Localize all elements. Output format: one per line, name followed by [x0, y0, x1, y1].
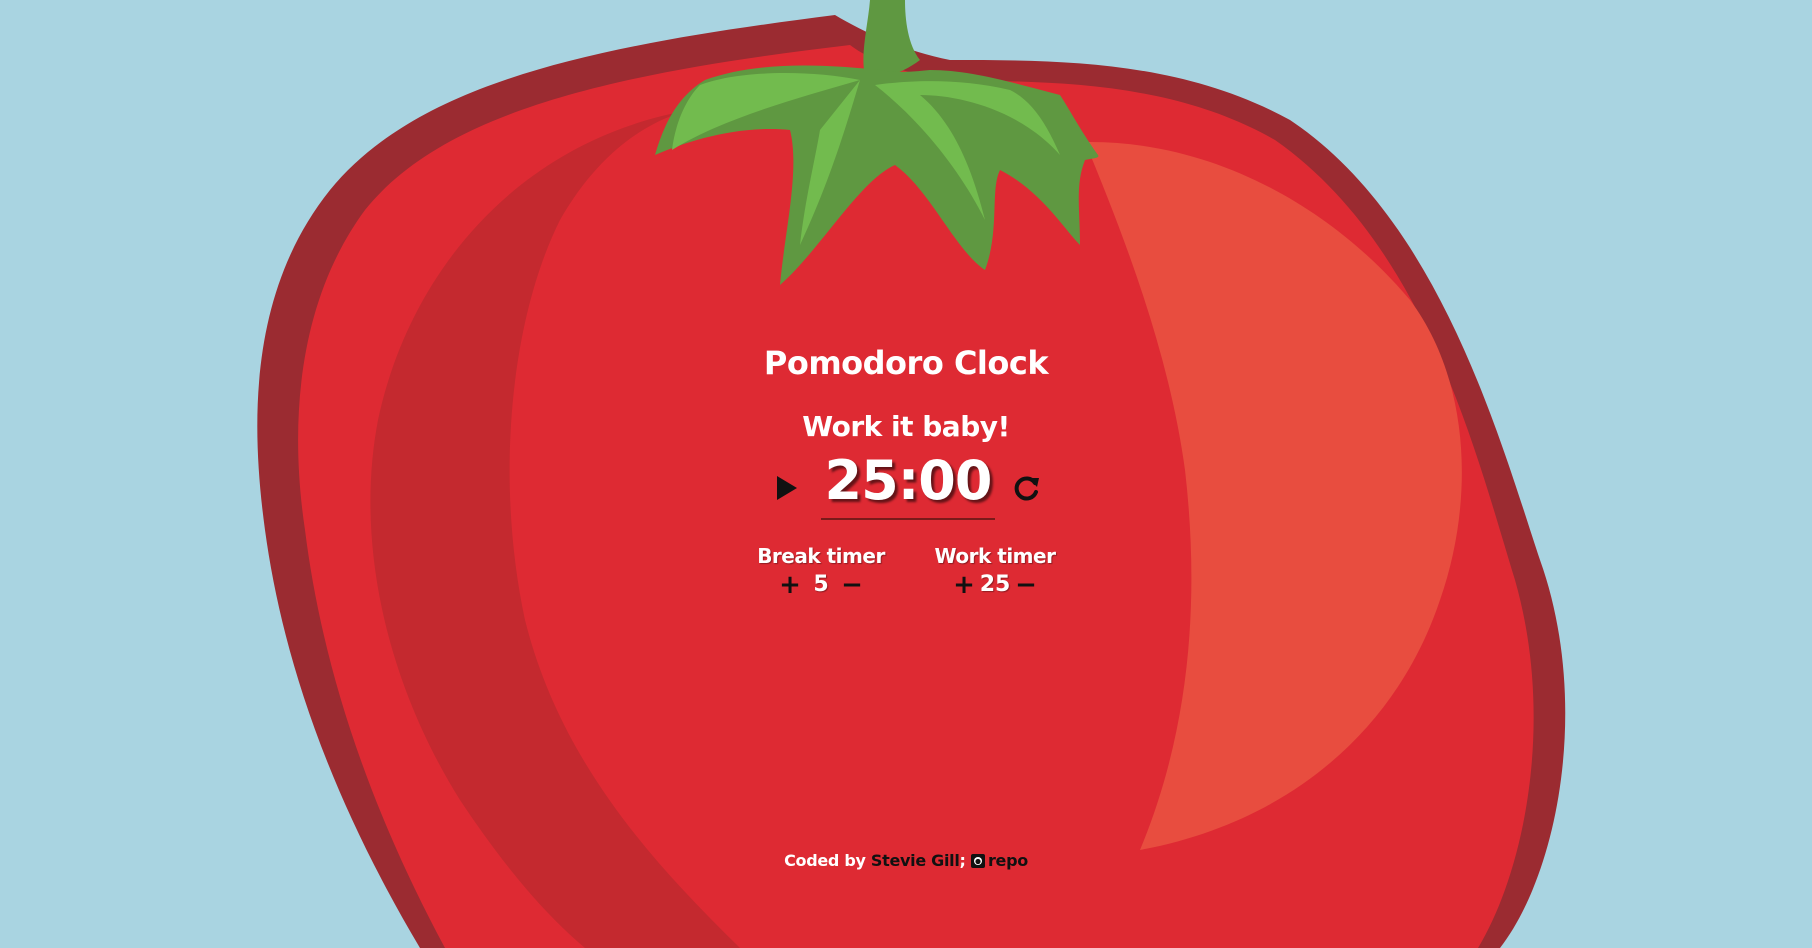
countdown-display: 25:00 — [820, 448, 996, 520]
footer-separator: ; — [959, 851, 966, 870]
reset-icon[interactable] — [1013, 474, 1041, 502]
page-title: Pomodoro Clock — [763, 344, 1049, 382]
work-increment-button[interactable]: + — [952, 572, 976, 598]
break-increment-button[interactable]: + — [778, 572, 802, 598]
work-timer-label: Work timer — [934, 544, 1056, 568]
timer-row: 25:00 — [0, 448, 1812, 520]
author-link[interactable]: Stevie Gill — [871, 851, 960, 870]
repo-link-label: repo — [987, 851, 1028, 870]
session-status: Work it baby! — [802, 410, 1010, 443]
footer: Coded by Stevie Gill; repo — [0, 851, 1812, 870]
break-timer-controls: + 5 − — [751, 572, 891, 598]
stem-stalk — [863, 0, 920, 77]
footer-coded-by: Coded by — [784, 851, 866, 870]
break-timer-label: Break timer — [757, 544, 885, 568]
work-timer-settings: Work timer + 25 − — [925, 544, 1065, 598]
break-timer-value: 5 — [813, 572, 829, 597]
break-timer-settings: Break timer + 5 − — [751, 544, 891, 598]
work-timer-controls: + 25 − — [925, 572, 1065, 598]
break-decrement-button[interactable]: − — [840, 572, 864, 598]
work-decrement-button[interactable]: − — [1014, 572, 1038, 598]
work-timer-value: 25 — [979, 572, 1011, 597]
repo-link[interactable]: repo — [970, 851, 1028, 870]
github-icon — [970, 854, 985, 868]
play-icon[interactable] — [771, 473, 801, 503]
pomodoro-page: Pomodoro Clock Work it baby! 25:00 Break… — [0, 0, 1812, 948]
